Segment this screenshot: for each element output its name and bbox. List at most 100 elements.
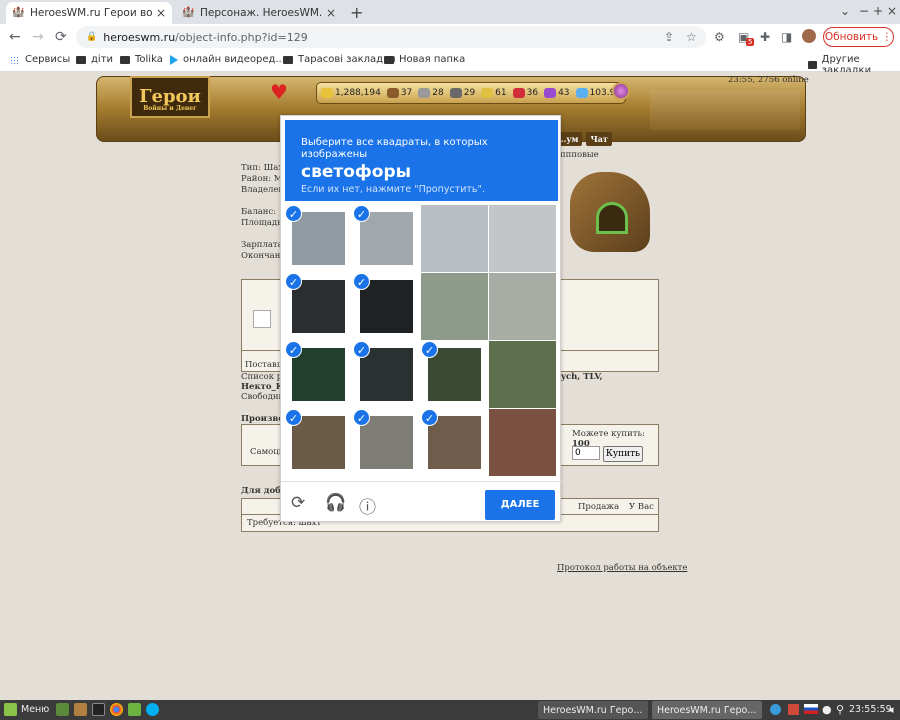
volume-icon[interactable]: ◂ bbox=[888, 703, 894, 716]
update-button[interactable]: Обновить ⋮ bbox=[823, 27, 894, 47]
captcha-tile[interactable]: ✓ bbox=[285, 341, 352, 408]
captcha-tile[interactable]: ✓ bbox=[353, 341, 420, 408]
captcha-tile[interactable]: ✓ bbox=[285, 205, 352, 272]
launcher-chrome[interactable] bbox=[110, 703, 123, 716]
captcha-tile-image bbox=[421, 205, 488, 272]
close-icon[interactable]: × bbox=[326, 6, 336, 20]
captcha-tile[interactable]: ✓ bbox=[353, 205, 420, 272]
captcha-grid: ✓ ✓ ✓ ✓ ✓ ✓ ✓ ✓ ✓ ✓ bbox=[285, 205, 557, 477]
bookmark-label: діти bbox=[91, 54, 114, 65]
tab-title: Персонаж. HeroesWM.ru Геро bbox=[200, 7, 322, 19]
taskbar-window-2[interactable]: HeroesWM.ru Геро... bbox=[652, 701, 762, 719]
checkmark-icon: ✓ bbox=[353, 273, 370, 290]
side-panel-icon[interactable]: ◨ bbox=[781, 30, 792, 44]
new-tab-button[interactable]: + bbox=[350, 3, 363, 22]
tab-heroeswm-1[interactable]: 🏰 HeroesWM.ru Герои войны и ... × bbox=[6, 2, 172, 24]
captcha-hint: Если их нет, нажмите "Пропустить". bbox=[301, 184, 485, 195]
captcha-tile[interactable]: ✓ bbox=[285, 273, 352, 340]
lock-icon: 🔒 bbox=[86, 32, 98, 42]
user-icon[interactable]: ● bbox=[822, 703, 832, 716]
captcha-tile[interactable] bbox=[421, 273, 488, 340]
menu-chat-link[interactable]: Чат bbox=[586, 132, 612, 146]
captcha-tile[interactable]: ✓ bbox=[285, 409, 352, 476]
bookmark-taras[interactable]: Тарасові закладки bbox=[283, 54, 396, 65]
heroes-logo[interactable]: Герои Войны и Денег bbox=[130, 76, 210, 118]
address-bar[interactable]: 🔒 heroeswm.ru/object-info.php?id=129 bbox=[76, 26, 706, 48]
info-icon[interactable]: ⓘ bbox=[359, 493, 376, 518]
keyboard-layout-icon[interactable] bbox=[804, 704, 818, 714]
captcha-tile-image bbox=[489, 409, 556, 476]
mine-image bbox=[560, 162, 660, 262]
folder-icon bbox=[76, 55, 86, 64]
window-close-icon[interactable]: × bbox=[887, 4, 897, 18]
quantity-input[interactable]: 0 bbox=[572, 446, 600, 460]
captcha-tile-image bbox=[292, 280, 345, 333]
bookmark-video-editor[interactable]: онлайн видеоред... bbox=[170, 54, 285, 65]
logo-subtitle: Войны и Денег bbox=[143, 105, 197, 112]
wifi-icon[interactable]: ⚲ bbox=[836, 703, 844, 716]
buy-button[interactable]: Купить bbox=[603, 446, 643, 462]
minimize-icon[interactable]: − bbox=[859, 4, 869, 18]
maximize-icon[interactable]: + bbox=[873, 4, 883, 18]
protocol-link[interactable]: Протокол работы на объекте bbox=[557, 563, 687, 573]
shield-icon[interactable] bbox=[788, 704, 799, 715]
forward-arrow-icon[interactable]: → bbox=[32, 29, 44, 45]
launcher-folder[interactable] bbox=[128, 703, 141, 716]
gold-icon bbox=[321, 88, 333, 98]
resource-value: 36 bbox=[526, 88, 539, 98]
folder-icon bbox=[384, 55, 394, 64]
more-menu-icon: ⋮ bbox=[881, 31, 893, 43]
bookmark-services[interactable]: Сервисы bbox=[10, 54, 70, 65]
captcha-tile[interactable]: ✓ bbox=[421, 341, 488, 408]
share-icon[interactable]: ⇪ bbox=[664, 30, 674, 44]
reload-challenge-icon[interactable]: ⟳ bbox=[291, 493, 305, 513]
captcha-tile[interactable]: ✓ bbox=[421, 409, 488, 476]
resource-diamonds: 103.9 bbox=[575, 88, 615, 98]
reload-icon[interactable]: ⟳ bbox=[55, 29, 67, 45]
bookmark-new-folder[interactable]: Новая папка bbox=[384, 54, 465, 65]
mercury-icon bbox=[449, 88, 462, 98]
close-icon[interactable]: × bbox=[156, 6, 166, 20]
captcha-tile-image bbox=[489, 205, 556, 272]
captcha-tile[interactable] bbox=[489, 341, 556, 408]
supplier-checkbox[interactable] bbox=[253, 310, 271, 328]
launcher-skype[interactable] bbox=[146, 703, 159, 716]
workers-names: ych, TLV, bbox=[561, 372, 603, 382]
launcher-files[interactable] bbox=[74, 703, 87, 716]
have-column: У Вас bbox=[629, 502, 654, 512]
start-menu-button[interactable]: Меню bbox=[4, 703, 49, 716]
captcha-tile[interactable]: ✓ bbox=[353, 273, 420, 340]
profile-avatar[interactable] bbox=[802, 29, 816, 43]
captcha-footer: ⟳ 🎧 ⓘ ДАЛЕЕ bbox=[281, 481, 562, 523]
captcha-tile[interactable] bbox=[489, 409, 556, 476]
resource-wood: 37 bbox=[386, 88, 412, 98]
tab-heroeswm-2[interactable]: 🏰 Персонаж. HeroesWM.ru Геро × bbox=[176, 2, 342, 24]
captcha-tile-image bbox=[360, 416, 413, 469]
back-arrow-icon[interactable]: ← bbox=[9, 29, 21, 45]
play-icon bbox=[170, 54, 178, 65]
bookmark-tolika[interactable]: Tolika bbox=[120, 54, 163, 65]
audio-challenge-icon[interactable]: 🎧 bbox=[325, 493, 346, 513]
next-button[interactable]: ДАЛЕЕ bbox=[485, 490, 555, 520]
bookmark-star-icon[interactable]: ☆ bbox=[686, 30, 697, 44]
captcha-tile[interactable] bbox=[489, 205, 556, 272]
puzzle-icon[interactable]: ✚ bbox=[760, 30, 770, 44]
captcha-tile[interactable] bbox=[421, 205, 488, 272]
captcha-tile-image bbox=[292, 212, 345, 265]
resource-value: 28 bbox=[432, 88, 444, 98]
launcher-terminal[interactable] bbox=[92, 703, 105, 716]
captcha-tile-image bbox=[428, 416, 481, 469]
network-icon[interactable] bbox=[770, 704, 781, 715]
checkmark-icon: ✓ bbox=[353, 341, 370, 358]
resource-gems: 43 bbox=[544, 88, 570, 98]
wood-icon bbox=[386, 88, 399, 98]
bookmark-kids[interactable]: діти bbox=[76, 54, 113, 65]
taskbar-window-1[interactable]: HeroesWM.ru Геро... bbox=[538, 701, 648, 719]
diamond-icon bbox=[575, 88, 588, 98]
extension-icon[interactable]: ⚙ bbox=[714, 30, 725, 44]
captcha-tile[interactable] bbox=[489, 273, 556, 340]
captcha-tile[interactable]: ✓ bbox=[353, 409, 420, 476]
launcher-desktop[interactable] bbox=[56, 703, 69, 716]
taskbar: Меню HeroesWM.ru Геро... HeroesWM.ru Гер… bbox=[0, 700, 900, 720]
tab-search-icon[interactable]: ⌄ bbox=[840, 4, 850, 18]
